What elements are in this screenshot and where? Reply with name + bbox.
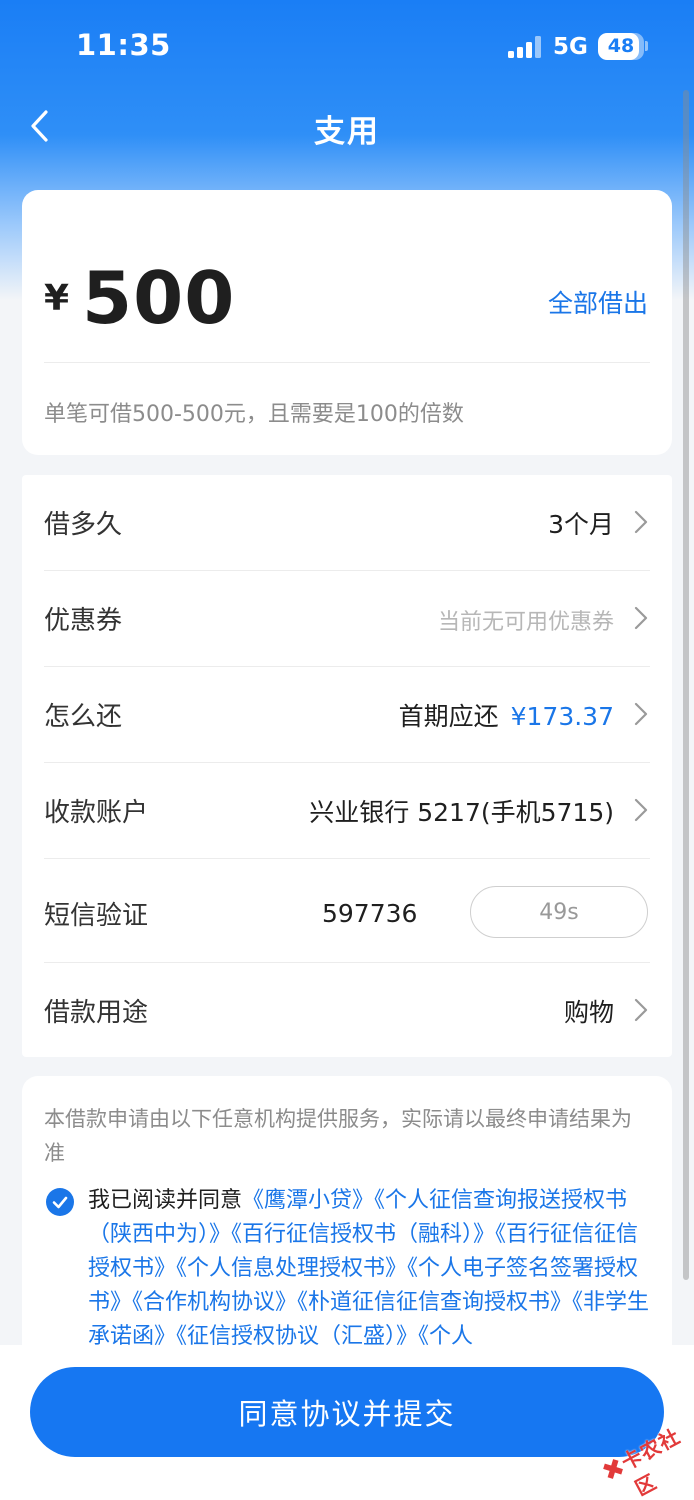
amount-hint: 单笔可借500-500元，且需要是100的倍数 [44, 402, 464, 427]
row-label: 收款账户 [44, 798, 149, 828]
term-value: 3个月 [548, 510, 614, 539]
agreement-link[interactable]: 《个人信息处理授权书》 [176, 1256, 407, 1281]
first-payment-amount: ¥173.37 [510, 702, 614, 731]
check-icon [52, 1196, 68, 1209]
row-account[interactable]: 收款账户 兴业银行 5217(手机5715) [22, 763, 672, 859]
submit-button[interactable]: 同意协议并提交 [30, 1367, 664, 1457]
chevron-right-icon [634, 997, 648, 1023]
chevron-right-icon [634, 797, 648, 823]
chevron-right-icon [634, 509, 648, 535]
row-coupon[interactable]: 优惠券 当前无可用优惠券 [22, 571, 672, 667]
agreement-link[interactable]: 《百行征信授权书（融科）》 [231, 1222, 495, 1247]
battery-cap [645, 41, 648, 51]
resend-code-button[interactable]: 49s [470, 886, 648, 938]
agreement-text: 我已阅读并同意《鹰潭小贷》《个人征信查询报送授权书（陕西中为）》《百行征信授权书… [88, 1184, 650, 1354]
battery-icon: 48 [598, 33, 644, 60]
row-purpose[interactable]: 借款用途 购物 [22, 963, 672, 1059]
row-term[interactable]: 借多久 3个月 [22, 475, 672, 571]
first-payment-label: 首期应还 [398, 702, 499, 731]
divider [44, 362, 650, 363]
battery-level: 48 [607, 35, 635, 57]
agreement-link[interactable]: 《朴道征信征信查询授权书》 [297, 1290, 572, 1315]
currency-symbol: ¥ [44, 278, 70, 319]
agreement-link[interactable]: 《合作机构协议》 [132, 1290, 297, 1315]
page-title: 支用 [314, 114, 380, 150]
network-label: 5G [553, 34, 588, 60]
purpose-value: 购物 [563, 998, 614, 1027]
scrollbar[interactable] [683, 90, 689, 1280]
repayment-value: 首期应还 ¥173.37 [399, 697, 614, 733]
signal-icon [508, 36, 542, 58]
agreement-prefix: 我已阅读并同意 [88, 1188, 243, 1213]
row-label: 怎么还 [44, 702, 123, 732]
agree-checkbox[interactable] [46, 1188, 74, 1216]
row-label: 借款用途 [44, 998, 149, 1028]
coupon-value: 当前无可用优惠券 [437, 610, 614, 635]
bottom-action-bar: 同意协议并提交 [0, 1345, 694, 1500]
row-repayment[interactable]: 怎么还 首期应还 ¥173.37 [22, 667, 672, 763]
status-time: 11:35 [76, 28, 171, 62]
status-bar: 11:35 5G 48 [0, 0, 694, 92]
borrow-all-button[interactable]: 全部借出 [548, 284, 648, 320]
provider-note: 本借款申请由以下任意机构提供服务，实际请以最终申请结果为准 [44, 1107, 632, 1165]
row-sms-verify: 短信验证 597736 49s [22, 859, 672, 963]
agreement-link[interactable]: 《鹰潭小贷》 [242, 1188, 374, 1213]
amount-card: ¥ 500 全部借出 单笔可借500-500元，且需要是100的倍数 [22, 190, 672, 455]
row-label: 借多久 [44, 510, 123, 540]
sms-code-input[interactable]: 597736 [322, 899, 417, 928]
chevron-right-icon [634, 605, 648, 631]
loan-details-list: 借多久 3个月 优惠券 当前无可用优惠券 怎么还 首期应还 ¥173.37 收款账… [22, 475, 672, 1057]
amount-input[interactable]: 500 [82, 256, 235, 340]
row-label: 优惠券 [44, 606, 123, 636]
account-value: 兴业银行 5217(手机5715) [309, 798, 614, 827]
chevron-right-icon [634, 701, 648, 727]
row-label: 短信验证 [44, 901, 149, 931]
nav-bar: 支用 [0, 92, 694, 162]
